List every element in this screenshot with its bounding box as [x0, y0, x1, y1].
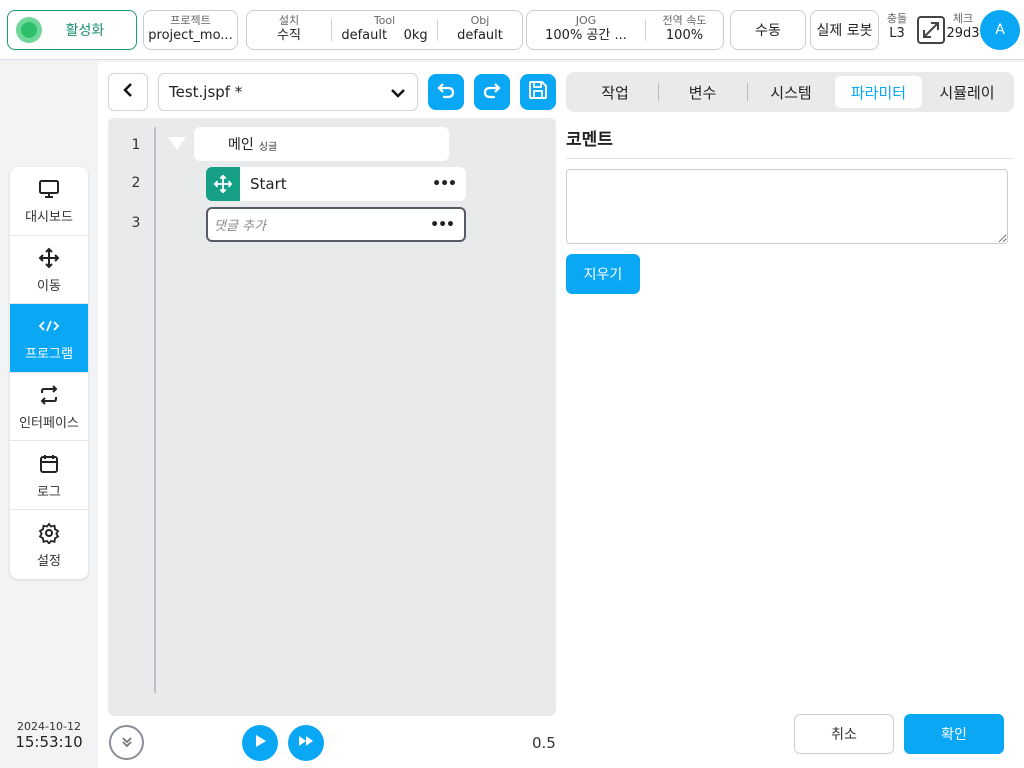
fast-forward-icon	[297, 733, 315, 753]
gear-icon	[38, 520, 60, 546]
save-icon	[527, 79, 549, 105]
jog-title: JOG	[575, 14, 597, 27]
confirm-button[interactable]: 확인	[904, 714, 1004, 754]
sidebar-item-label: 설정	[37, 553, 61, 569]
sidebar-item-move[interactable]: 이동	[10, 236, 88, 305]
activate-label: 활성화	[65, 23, 105, 39]
install-title: 설치	[278, 14, 300, 27]
tree-node-main[interactable]: 메인 싱글	[194, 127, 449, 161]
install-tool-obj-panel[interactable]: 설치 수직 Tool default 0kg Obj default	[246, 10, 523, 50]
comment-textarea[interactable]	[566, 169, 1008, 244]
node-label: 메인	[228, 137, 254, 153]
monitor-icon	[38, 176, 60, 202]
check-title: 체크	[952, 12, 974, 25]
project-value: project_mo...	[148, 28, 233, 43]
cancel-button[interactable]: 취소	[794, 714, 894, 754]
redo-icon	[481, 79, 503, 105]
move-icon	[38, 245, 60, 271]
sidebar-item-label: 프로그램	[25, 347, 73, 363]
global-speed-title: 전역 속도	[662, 14, 707, 27]
undo-button[interactable]	[428, 74, 464, 110]
global-speed-value: 100%	[665, 28, 704, 43]
collision-value: L3	[889, 26, 905, 41]
manual-mode-button[interactable]: 수동	[730, 10, 806, 50]
checksum: 체크 29d3	[946, 12, 980, 42]
more-options-icon[interactable]: •••	[432, 176, 457, 192]
tab-simulation[interactable]: 시뮬레이	[924, 76, 1010, 108]
more-options-icon[interactable]: •••	[430, 217, 455, 233]
code-icon	[38, 313, 60, 339]
obj-value: default	[457, 28, 503, 43]
date-text: 2024-10-12	[17, 720, 81, 733]
status-indicator-icon	[16, 17, 42, 43]
node-label: Start	[250, 175, 287, 193]
tab-variables[interactable]: 변수	[659, 76, 746, 108]
user-avatar[interactable]: A	[980, 10, 1020, 50]
tree-guide-line	[154, 127, 156, 693]
clear-button[interactable]: 지우기	[566, 254, 640, 294]
move-icon	[206, 167, 240, 201]
line-number: 1	[131, 137, 141, 153]
project-title: 프로젝트	[170, 14, 211, 27]
real-robot-button[interactable]: 실제 로봇	[810, 10, 879, 50]
play-icon	[252, 733, 268, 753]
jog-speed-panel[interactable]: JOG 100% 공간 ... 전역 속도 100%	[526, 10, 724, 50]
project-selector[interactable]: 프로젝트 project_mo...	[143, 10, 238, 50]
sidebar-item-label: 이동	[37, 278, 61, 294]
expand-icon[interactable]	[917, 16, 945, 44]
swap-icon	[38, 382, 60, 408]
chevron-down-circle-icon	[119, 733, 135, 753]
sidebar-item-label: 대시보드	[25, 210, 73, 226]
chevron-down-icon	[389, 84, 407, 106]
system-clock: 2024-10-12 15:53:10	[0, 720, 98, 751]
sidebar-nav: 대시보드 이동 프로그램 인터페이스 로그 설정	[10, 167, 88, 579]
sidebar-item-settings[interactable]: 설정	[10, 510, 88, 579]
parameter-panel	[566, 62, 1024, 768]
back-button[interactable]	[108, 73, 148, 111]
tab-system[interactable]: 시스템	[748, 76, 834, 108]
collision-level[interactable]: 충돌 L3	[882, 12, 912, 42]
node-sublabel: 싱글	[258, 141, 278, 153]
obj-title: Obj	[470, 14, 490, 27]
panel-tabs: 작업 변수 시스템 파라미터 시뮬레이	[566, 72, 1014, 112]
section-title: 코멘트	[566, 130, 613, 150]
file-select[interactable]: Test.jspf *	[158, 73, 418, 111]
collapse-triangle-icon[interactable]	[168, 137, 186, 150]
tool-value: default	[341, 28, 388, 43]
collapse-panel-button[interactable]	[109, 725, 144, 760]
file-name: Test.jspf *	[169, 83, 243, 101]
tab-parameters[interactable]: 파라미터	[835, 76, 922, 108]
tool-title: Tool	[373, 14, 396, 27]
sidebar-item-label: 인터페이스	[19, 416, 79, 432]
sidebar-item-label: 로그	[37, 484, 61, 500]
undo-icon	[435, 79, 457, 105]
install-value: 수직	[277, 28, 301, 43]
tool-weight: 0kg	[403, 28, 428, 43]
activate-button[interactable]: 활성화	[7, 10, 137, 50]
tree-node-start[interactable]: Start •••	[206, 167, 466, 201]
speed-value[interactable]: 0.5	[532, 734, 556, 752]
time-text: 15:53:10	[15, 733, 83, 751]
line-number: 3	[131, 215, 141, 231]
comment-placeholder: 댓글 추가	[214, 219, 266, 234]
jog-value: 100% 공간 ...	[545, 28, 627, 43]
top-status-bar: 활성화 프로젝트 project_mo... 설치 수직 Tool defaul…	[0, 0, 1024, 60]
collision-title: 충돌	[886, 12, 908, 25]
sidebar-item-interface[interactable]: 인터페이스	[10, 373, 88, 442]
sidebar-item-dashboard[interactable]: 대시보드	[10, 167, 88, 236]
section-divider	[566, 158, 1014, 159]
calendar-icon	[38, 451, 60, 477]
play-button[interactable]	[242, 725, 278, 761]
sidebar-item-log[interactable]: 로그	[10, 441, 88, 510]
save-button[interactable]	[520, 74, 556, 110]
tab-task[interactable]: 작업	[572, 76, 658, 108]
sidebar-item-program[interactable]: 프로그램	[10, 304, 88, 373]
line-number: 2	[131, 175, 141, 191]
fast-forward-button[interactable]	[288, 725, 324, 761]
chevron-left-icon	[121, 82, 135, 102]
check-value: 29d3	[946, 26, 980, 41]
tree-node-comment[interactable]: 댓글 추가 •••	[206, 207, 466, 242]
redo-button[interactable]	[474, 74, 510, 110]
